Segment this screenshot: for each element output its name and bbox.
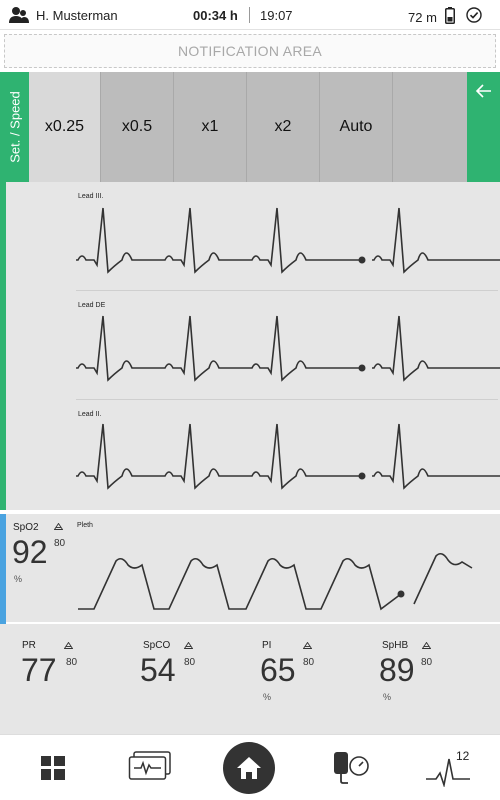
speed-tab[interactable]: Set. / Speed bbox=[0, 72, 29, 182]
pleth-label: Pleth bbox=[77, 522, 93, 529]
speed-option-x0.5[interactable]: x0.5 bbox=[101, 72, 174, 182]
back-arrow-icon bbox=[475, 84, 491, 98]
check-circle-icon[interactable] bbox=[466, 7, 482, 23]
status-bar: H. Musterman 00:34 h 19:07 72 m bbox=[0, 0, 500, 30]
ecg-wave-lead-ii[interactable] bbox=[76, 416, 500, 506]
param-value: 77 bbox=[21, 652, 57, 688]
speed-option-empty bbox=[393, 72, 467, 182]
param-limit: 80 bbox=[421, 657, 433, 668]
elapsed-time: 00:34 h bbox=[193, 8, 238, 23]
alarm-bell-icon[interactable] bbox=[184, 642, 193, 649]
param-unit: % bbox=[263, 692, 272, 702]
spo2-panel: SpO2 92 80 % Pleth bbox=[0, 514, 500, 734]
param-label: PR bbox=[22, 640, 36, 651]
bottom-nav: 12 bbox=[0, 734, 500, 800]
spo2-value[interactable]: 92 bbox=[12, 534, 48, 571]
ecg-panel: Lead III. Lead DE Lead II. bbox=[0, 182, 500, 510]
param-value: 65 bbox=[260, 652, 296, 688]
param-limit: 80 bbox=[303, 657, 315, 668]
lead-separator bbox=[76, 399, 498, 400]
user-group-icon[interactable] bbox=[8, 6, 30, 24]
monitor-wave-icon[interactable] bbox=[128, 751, 172, 783]
param-label: SpCO bbox=[143, 640, 171, 651]
param-limit: 80 bbox=[184, 657, 196, 668]
param-value: 54 bbox=[140, 652, 176, 688]
lead-separator bbox=[76, 290, 498, 291]
alarm-bell-icon[interactable] bbox=[303, 642, 312, 649]
param-limit: 80 bbox=[66, 657, 78, 668]
lead-count: 12 bbox=[456, 749, 470, 763]
param-value: 89 bbox=[379, 652, 415, 688]
speed-option-x2[interactable]: x2 bbox=[247, 72, 320, 182]
spo2-limit: 80 bbox=[54, 538, 66, 549]
speed-selector: Set. / Speed x0.25 x0.5 x1 x2 Auto bbox=[0, 72, 500, 182]
status-divider bbox=[249, 7, 250, 23]
battery-remaining: 72 m bbox=[408, 10, 437, 25]
alarm-bell-icon[interactable] bbox=[422, 642, 431, 649]
ecg-wave-lead-iii[interactable] bbox=[76, 200, 500, 290]
dashboard-icon[interactable] bbox=[40, 755, 66, 781]
lead-label-iii: Lead III. bbox=[78, 193, 104, 200]
params-panel: PR 77 80 SpCO 54 80 PI 65 80 % SpHB 89 8… bbox=[0, 624, 500, 734]
back-button[interactable] bbox=[467, 72, 500, 182]
spo2-unit: % bbox=[14, 574, 23, 584]
param-label: PI bbox=[262, 640, 272, 651]
speed-option-x0.25[interactable]: x0.25 bbox=[29, 72, 101, 182]
alarm-bell-icon[interactable] bbox=[64, 642, 73, 649]
speed-option-auto[interactable]: Auto bbox=[320, 72, 393, 182]
speed-option-x1[interactable]: x1 bbox=[174, 72, 247, 182]
pleth-wave[interactable] bbox=[76, 532, 496, 622]
spo2-label: SpO2 bbox=[13, 522, 39, 533]
home-button[interactable] bbox=[223, 742, 275, 794]
alarm-bell-icon[interactable] bbox=[54, 523, 63, 530]
battery-icon bbox=[445, 7, 455, 24]
notification-area: NOTIFICATION AREA bbox=[4, 34, 496, 68]
ecg-wave-lead-de[interactable] bbox=[76, 308, 500, 398]
ecg-accent-bar bbox=[0, 182, 6, 510]
home-icon bbox=[237, 757, 261, 779]
param-unit: % bbox=[383, 692, 392, 702]
clock: 19:07 bbox=[260, 8, 293, 23]
user-name[interactable]: H. Musterman bbox=[36, 8, 118, 23]
blood-pressure-icon[interactable] bbox=[328, 749, 370, 785]
speed-tab-label: Set. / Speed bbox=[7, 91, 22, 163]
param-label: SpHB bbox=[382, 640, 409, 651]
